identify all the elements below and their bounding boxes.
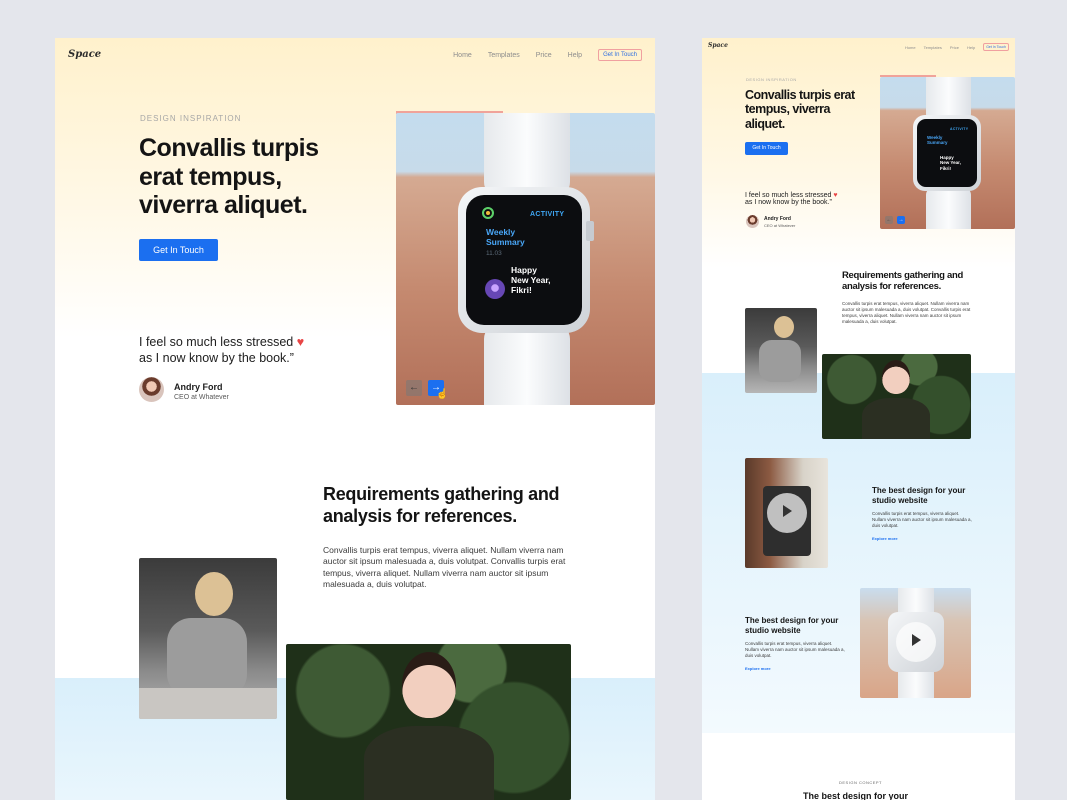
watch-summary-line-1: Weekly <box>927 135 943 140</box>
nav-link-help[interactable]: Help <box>568 52 582 59</box>
portrait-body <box>862 398 930 439</box>
quote-line-2: as I now know by the book.” <box>139 350 294 365</box>
concept-eyebrow: DESIGN CONCEPT <box>839 780 883 785</box>
testimonial-name: Andry Ford <box>174 382 223 392</box>
watch-video-thumbnail[interactable] <box>860 588 971 698</box>
watch-strap-top <box>484 113 570 198</box>
landing-page-large-preview: Space Home Templates Price Help Get In T… <box>55 38 655 800</box>
nav-link-home[interactable]: Home <box>453 52 472 59</box>
smartwatch-photo: ACTIVITY Weekly Summary Happy New Year, … <box>880 77 1015 229</box>
landing-page-full-preview: Space Home Templates Price Help Get In T… <box>702 38 1015 800</box>
hero-eyebrow: DESIGN INSPIRATION <box>140 114 242 123</box>
nav-link-templates[interactable]: Templates <box>924 45 942 50</box>
brand-logo[interactable]: Space <box>68 49 101 60</box>
requirements-title: Requirements gathering and analysis for … <box>842 270 963 293</box>
play-icon[interactable] <box>896 622 936 662</box>
brand-logo[interactable]: Space <box>708 42 728 49</box>
watch-message-line-1: Happy <box>511 265 537 275</box>
activity-ring-icon <box>482 207 494 219</box>
watch-message: Happy New Year, Fikri! <box>940 155 961 171</box>
carousel-next-button[interactable]: → <box>897 216 905 224</box>
concept-title: The best design for your <box>803 791 909 800</box>
portrait-photo <box>286 644 571 800</box>
watch-summary-line-1: Weekly <box>486 227 516 237</box>
nav-link-help[interactable]: Help <box>967 45 975 50</box>
testimonial-quote: I feel so much less stressed ♥ as I now … <box>745 192 855 206</box>
portrait-head <box>402 652 456 718</box>
feature-explore-link[interactable]: Explore more <box>745 666 771 671</box>
feature-text: Convallis turpis erat tempus, viverra al… <box>872 511 972 529</box>
watch-message-line-2: New Year, <box>940 160 961 166</box>
heart-icon: ♥ <box>833 192 838 199</box>
quote-line-1: I feel so much less stressed <box>139 335 294 349</box>
requirements-text: Convallis turpis erat tempus, viverra al… <box>323 545 566 589</box>
hand-cursor-icon: ☝ <box>436 389 449 400</box>
portrait-head <box>882 360 910 394</box>
watch-summary-line-2: Summary <box>486 237 525 248</box>
hero-eyebrow: DESIGN INSPIRATION <box>746 77 797 82</box>
feature-text: Convallis turpis erat tempus, viverra al… <box>745 641 845 659</box>
watch-message-line-3: Fikri! <box>940 165 952 171</box>
top-nav: Home Templates Price Help Get In Touch <box>453 49 642 61</box>
quote-line-1: I feel so much less stressed <box>745 192 832 199</box>
feature-title: The best design for your studio website <box>745 616 839 635</box>
avatar <box>139 377 164 402</box>
nav-get-in-touch-button[interactable]: Get In Touch <box>598 49 642 61</box>
watch-activity-label: ACTIVITY <box>950 127 969 131</box>
nav-link-price[interactable]: Price <box>536 52 552 59</box>
requirements-text: Convallis turpis erat tempus, viverra al… <box>842 301 971 324</box>
watch-crown <box>586 221 594 241</box>
portrait-body <box>364 726 494 800</box>
watch-summary: Weekly Summary <box>927 135 948 146</box>
hero-title: Convallis turpis erat tempus, viverra al… <box>745 88 855 131</box>
smartwatch-photo: ACTIVITY Weekly Summary 11.03 Happy New … <box>396 113 655 405</box>
requirements-title: Requirements gathering and analysis for … <box>323 484 560 526</box>
seated-woman-photo <box>139 558 277 719</box>
watch-message-line-1: Happy <box>940 155 954 160</box>
watch-strap-bottom <box>484 323 570 405</box>
watch-message-line-2: New Year, <box>511 275 551 286</box>
play-icon[interactable] <box>767 493 807 533</box>
watch-strap-bottom <box>926 187 971 229</box>
avatar <box>746 215 759 228</box>
figure-hair <box>195 572 233 616</box>
nav-link-price[interactable]: Price <box>950 45 959 50</box>
hero-get-in-touch-button[interactable]: Get In Touch <box>745 142 788 155</box>
watch-summary-line-2: Summary <box>927 140 948 146</box>
portrait-photo <box>822 354 971 439</box>
watch-message-line-3: Fikri! <box>511 285 532 296</box>
watch-summary: Weekly Summary <box>486 227 525 247</box>
figure-body <box>759 340 801 382</box>
top-nav: Home Templates Price Help Get In Touch <box>905 43 1009 51</box>
arrow-right-icon: → <box>898 217 904 223</box>
testimonial-quote: I feel so much less stressed ♥ as I now … <box>139 335 339 366</box>
arrow-left-icon: ← <box>409 382 419 393</box>
heart-icon: ♥ <box>296 335 305 349</box>
memoji-icon <box>485 279 505 299</box>
feature-title: The best design for your studio website <box>872 486 966 505</box>
carousel-prev-button[interactable]: ← <box>885 216 893 224</box>
floor <box>139 688 277 719</box>
nav-link-home[interactable]: Home <box>905 45 916 50</box>
carousel-prev-button[interactable]: ← <box>406 380 422 396</box>
figure-body <box>167 618 247 698</box>
arrow-left-icon: ← <box>886 217 892 223</box>
seated-woman-photo <box>745 308 817 393</box>
hero-get-in-touch-button[interactable]: Get In Touch <box>139 239 218 261</box>
watch-date: 11.03 <box>486 250 502 257</box>
figure-hair <box>774 316 794 338</box>
testimonial-name: Andry Ford <box>764 216 791 222</box>
feature-explore-link[interactable]: Explore more <box>872 536 898 541</box>
watch-screen: ACTIVITY Weekly Summary Happy New Year, … <box>917 119 977 187</box>
testimonial-role: CEO at Whatever <box>764 223 796 228</box>
watch-activity-label: ACTIVITY <box>530 211 565 218</box>
nav-get-in-touch-button[interactable]: Get In Touch <box>983 43 1009 51</box>
watch-screen: ACTIVITY Weekly Summary 11.03 Happy New … <box>466 195 582 325</box>
testimonial-role: CEO at Whatever <box>174 394 229 401</box>
tablet-video-thumbnail[interactable] <box>745 458 828 568</box>
hero-title: Convallis turpis erat tempus, viverra al… <box>139 134 319 219</box>
quote-line-2: as I now know by the book.” <box>745 199 832 206</box>
watch-message: Happy New Year, Fikri! <box>511 265 551 296</box>
nav-link-templates[interactable]: Templates <box>488 52 520 59</box>
